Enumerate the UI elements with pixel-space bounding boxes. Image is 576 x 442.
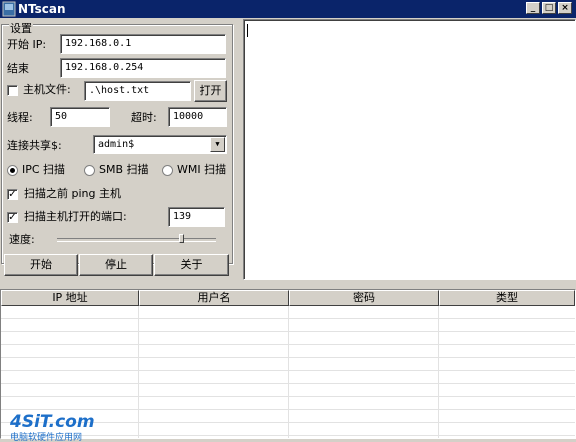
table-row[interactable] bbox=[1, 397, 575, 410]
close-button[interactable]: × bbox=[558, 2, 572, 14]
stop-button[interactable]: 停止 bbox=[79, 254, 153, 276]
wmi-scan-label: WMI 扫描 bbox=[177, 163, 227, 176]
maximize-button[interactable]: □ bbox=[542, 2, 556, 14]
start-ip-label: 开始 IP: bbox=[7, 38, 47, 51]
host-file-label: 主机文件: bbox=[23, 83, 71, 96]
app-icon bbox=[2, 1, 16, 17]
watermark-brand: 4SiT.com bbox=[9, 412, 95, 432]
column-header-username[interactable]: 用户名 bbox=[139, 290, 289, 306]
share-select-value: admin$ bbox=[98, 139, 135, 150]
speed-slider-track[interactable] bbox=[57, 238, 216, 242]
settings-group: 设置 开始 IP: 192.168.0.1 结束 192.168.0.254 主… bbox=[1, 22, 233, 264]
wmi-scan-radio[interactable] bbox=[162, 165, 173, 176]
table-row[interactable] bbox=[1, 358, 575, 371]
chevron-down-icon[interactable]: ▼ bbox=[210, 137, 225, 152]
host-file-input[interactable]: .\host.txt bbox=[84, 81, 191, 101]
smb-scan-label: SMB 扫描 bbox=[99, 163, 149, 176]
table-row[interactable] bbox=[1, 371, 575, 384]
text-caret bbox=[247, 24, 248, 37]
ping-label: 扫描之前 ping 主机 bbox=[24, 187, 121, 200]
timeout-input[interactable]: 10000 bbox=[168, 107, 227, 127]
ping-checkbox[interactable]: ✓ bbox=[7, 189, 18, 200]
settings-group-label: 设置 bbox=[9, 22, 33, 35]
window-client: 设置 开始 IP: 192.168.0.1 结束 192.168.0.254 主… bbox=[0, 18, 576, 442]
share-label: 连接共享$: bbox=[7, 139, 62, 152]
smb-scan-radio[interactable] bbox=[84, 165, 95, 176]
scan-ports-label: 扫描主机打开的端口: bbox=[24, 210, 127, 223]
ipc-scan-label: IPC 扫描 bbox=[22, 163, 66, 176]
4sit-watermark-logo: 4SiT.com 电脑软硬件应用网 bbox=[9, 412, 95, 442]
end-ip-label: 结束 bbox=[7, 62, 29, 75]
about-button[interactable]: 关于 bbox=[154, 254, 229, 276]
window-title: NTscan bbox=[18, 2, 66, 16]
threads-input[interactable]: 50 bbox=[50, 107, 110, 127]
column-header-ip[interactable]: IP 地址 bbox=[1, 290, 139, 306]
table-row[interactable] bbox=[1, 319, 575, 332]
end-ip-input[interactable]: 192.168.0.254 bbox=[60, 58, 226, 78]
table-row[interactable] bbox=[1, 332, 575, 345]
speed-label: 速度: bbox=[9, 233, 35, 246]
share-select[interactable]: admin$ ▼ bbox=[93, 135, 227, 154]
table-row[interactable] bbox=[1, 384, 575, 397]
speed-slider-thumb[interactable] bbox=[179, 234, 184, 243]
scan-ports-checkbox[interactable]: ✓ bbox=[7, 212, 18, 223]
timeout-label: 超时: bbox=[131, 111, 157, 124]
start-ip-input[interactable]: 192.168.0.1 bbox=[60, 34, 226, 54]
column-header-type[interactable]: 类型 bbox=[439, 290, 575, 306]
ipc-scan-radio[interactable] bbox=[7, 165, 18, 176]
open-file-button[interactable]: 打开 bbox=[194, 80, 227, 102]
table-row[interactable] bbox=[1, 306, 575, 319]
table-row[interactable] bbox=[1, 345, 575, 358]
threads-label: 线程: bbox=[7, 111, 33, 124]
host-file-checkbox[interactable] bbox=[7, 85, 18, 96]
log-output-area[interactable] bbox=[243, 19, 576, 280]
minimize-button[interactable]: _ bbox=[526, 2, 540, 14]
port-input[interactable]: 139 bbox=[168, 207, 225, 227]
start-button[interactable]: 开始 bbox=[4, 254, 78, 276]
title-bar[interactable]: NTscan _ □ × bbox=[0, 0, 576, 18]
column-header-password[interactable]: 密码 bbox=[289, 290, 439, 306]
watermark-sub: 电脑软硬件应用网 bbox=[10, 431, 82, 442]
